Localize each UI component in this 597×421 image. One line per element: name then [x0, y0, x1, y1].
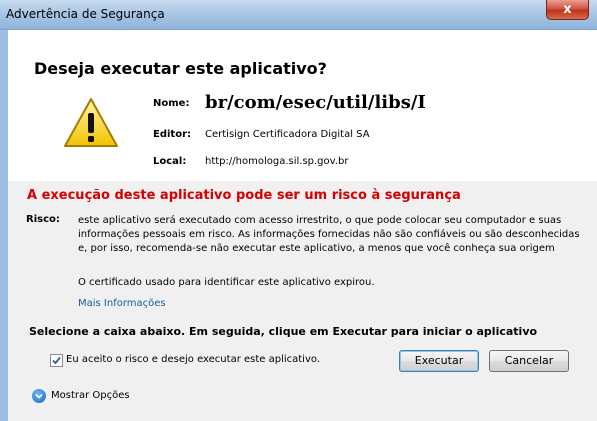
publisher-value: Certisign Certificadora Digital SA: [205, 129, 370, 140]
window-title: Advertência de Segurança: [6, 7, 165, 21]
risk-label: Risco:: [26, 214, 60, 225]
accept-risk-label[interactable]: Eu aceito o risco e desejo executar este…: [66, 354, 320, 365]
name-value: br/com/esec/util/libs/I: [205, 92, 426, 113]
location-value: http://homologa.sil.sp.gov.br: [205, 156, 349, 167]
name-label: Nome:: [153, 98, 190, 109]
dialog-question: Deseja executar este aplicativo?: [34, 59, 327, 78]
checkmark-icon: [52, 356, 61, 365]
warning-triangle-icon: [62, 96, 120, 150]
location-label: Local:: [153, 156, 187, 167]
risk-text-line-1: este aplicativo será executado com acess…: [78, 215, 562, 226]
risk-text-line-2: informações pessoais em risco. As inform…: [78, 229, 580, 240]
action-heading: Selecione a caixa abaixo. Em seguida, cl…: [29, 325, 538, 338]
more-info-link[interactable]: Mais Informações: [78, 298, 166, 309]
security-warning-window: Advertência de Segurança x Deseja execut…: [0, 0, 597, 421]
show-options-link[interactable]: Mostrar Opções: [51, 390, 130, 401]
accept-risk-checkbox[interactable]: [50, 354, 63, 367]
cancel-button[interactable]: Cancelar: [489, 350, 569, 372]
risk-text-line-3: e, por isso, recomenda-se não executar e…: [78, 243, 555, 254]
risk-heading: A execução deste aplicativo pode ser um …: [27, 188, 461, 203]
title-bar[interactable]: Advertência de Segurança x: [0, 0, 597, 30]
run-button[interactable]: Executar: [399, 350, 479, 372]
certificate-note: O certificado usado para identificar est…: [78, 277, 375, 288]
close-button[interactable]: x: [546, 0, 589, 20]
publisher-label: Editor:: [153, 129, 191, 140]
window-frame-left: [0, 30, 8, 421]
chevron-down-circle-icon[interactable]: [32, 389, 46, 403]
